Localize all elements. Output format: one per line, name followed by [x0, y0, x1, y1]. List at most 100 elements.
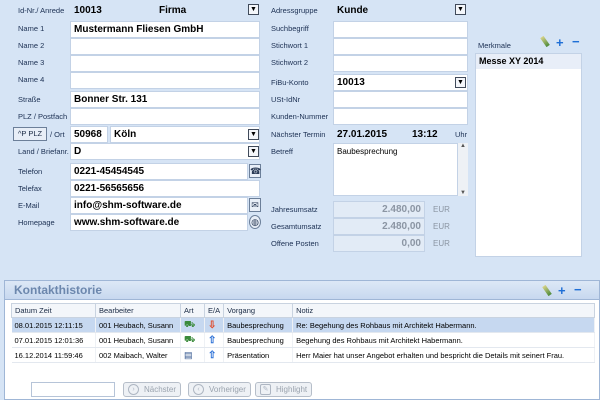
land-field[interactable]: D: [70, 143, 260, 160]
termin-date-field[interactable]: 27.01.2015: [333, 126, 408, 143]
chevron-down-icon[interactable]: ▼: [455, 77, 466, 88]
kontakthistorie-panel: Kontakthistorie + − Datum Zeit Bearbeite…: [4, 280, 600, 400]
notiz-cell: Re: Begehung des Rohbaus mit Architekt H…: [292, 317, 595, 333]
kundennummer-field[interactable]: [333, 108, 468, 125]
plz-lookup-button[interactable]: ^P PLZ: [13, 127, 47, 141]
land-label: Land / Briefanr.: [18, 147, 69, 156]
arrow-left-icon: ‹: [193, 384, 204, 395]
email-field[interactable]: info@shm-software.de: [70, 197, 248, 214]
chevron-down-icon[interactable]: ▼: [455, 4, 466, 15]
homepage-label: Homepage: [18, 218, 55, 227]
name3-field[interactable]: [70, 55, 260, 72]
merkmale-item[interactable]: Messe XY 2014: [476, 54, 581, 69]
column-header-bearbeiter[interactable]: Bearbeiter: [95, 303, 181, 318]
name4-label: Name 4: [18, 75, 45, 84]
notiz-cell: Begehung des Rohbaus mit Architekt Haber…: [292, 332, 595, 348]
ustid-field[interactable]: [333, 91, 468, 108]
name3-label: Name 3: [18, 58, 45, 67]
meeting-icon: ⛟: [180, 332, 205, 348]
offene-posten-currency: EUR: [433, 239, 450, 248]
kontakthistorie-table: Datum Zeit Bearbeiter Art E/A Vorgang No…: [11, 303, 595, 363]
edit-icon[interactable]: [542, 284, 552, 297]
adressgruppe-select[interactable]: Kunde: [333, 2, 468, 19]
strasse-label: Straße: [18, 95, 41, 104]
telefax-field[interactable]: 0221-56565656: [70, 180, 260, 197]
anrede-select[interactable]: Firma: [155, 2, 260, 19]
termin-time-field[interactable]: 13:12: [408, 126, 448, 143]
telefax-label: Telefax: [18, 184, 42, 193]
bearbeiter-cell: 002 Maibach, Walter: [95, 347, 181, 363]
name4-field[interactable]: [70, 72, 260, 89]
ustid-label: USt-IdNr: [271, 95, 301, 104]
suchbegriff-field[interactable]: [333, 21, 468, 38]
stichwort2-field[interactable]: [333, 55, 468, 72]
merkmale-list[interactable]: Messe XY 2014: [475, 53, 582, 257]
minus-icon[interactable]: −: [572, 35, 580, 48]
stichwort1-field[interactable]: [333, 38, 468, 55]
globe-icon[interactable]: ◍: [249, 215, 261, 229]
column-header-ea[interactable]: E/A: [203, 303, 225, 318]
fibu-label: FiBu-Konto: [271, 78, 309, 87]
termin-label: Nächster Termin: [271, 130, 326, 139]
vorgang-cell: Präsentation: [223, 347, 294, 363]
termin-unit: Uhr: [455, 130, 468, 139]
minus-icon[interactable]: −: [574, 283, 582, 296]
name1-field[interactable]: Mustermann Fliesen GmbH: [70, 21, 260, 38]
meeting-icon: ⛟: [180, 317, 205, 333]
adressgruppe-label: Adressgruppe: [271, 6, 318, 15]
telefon-label: Telefon: [18, 167, 43, 176]
bearbeiter-cell: 001 Heubach, Susann: [95, 332, 181, 348]
jahresumsatz-currency: EUR: [433, 205, 450, 214]
table-row[interactable]: 07.01.2015 12:01:36 001 Heubach, Susann …: [11, 332, 595, 348]
homepage-field[interactable]: www.shm-software.de: [70, 214, 248, 231]
previous-button[interactable]: ‹ Vorheriger: [188, 382, 251, 397]
plus-icon[interactable]: +: [556, 36, 564, 49]
gesamtumsatz-field: 2.480,00: [333, 218, 425, 235]
column-header-art[interactable]: Art: [180, 303, 205, 318]
betreff-field[interactable]: Baubesprechung: [333, 143, 468, 196]
presentation-icon: ▤: [180, 347, 205, 363]
notiz-cell: Herr Maier hat unser Angebot erhalten un…: [292, 347, 595, 363]
stichwort1-label: Stichwort 1: [271, 41, 309, 50]
ort-field[interactable]: Köln: [110, 126, 260, 143]
bearbeiter-cell: 001 Heubach, Susann: [95, 317, 181, 333]
offene-posten-field: 0,00: [333, 235, 425, 252]
arrow-down-icon: ⇩: [204, 317, 225, 333]
chevron-down-icon[interactable]: ▼: [248, 4, 259, 15]
datum-cell: 07.01.2015 12:01:36: [11, 332, 96, 348]
strasse-field[interactable]: Bonner Str. 131: [70, 91, 260, 108]
stichwort2-label: Stichwort 2: [271, 58, 309, 67]
betreff-scrollbar[interactable]: ▲ ▼: [457, 143, 468, 196]
next-button[interactable]: › Nächster: [123, 382, 182, 397]
id-field[interactable]: 10013: [70, 2, 150, 19]
email-label: E-Mail: [18, 201, 40, 210]
telefon-field[interactable]: 0221-45454545: [70, 163, 248, 180]
jahresumsatz-field: 2.480,00: [333, 201, 425, 218]
search-input[interactable]: [31, 382, 115, 397]
arrow-up-icon: ⇧: [204, 332, 225, 348]
column-header-notiz[interactable]: Notiz: [292, 303, 595, 318]
highlight-button[interactable]: ✎ Highlight: [255, 382, 313, 397]
fibu-field[interactable]: 10013: [333, 74, 468, 91]
chevron-down-icon[interactable]: ▼: [248, 146, 259, 157]
mail-icon[interactable]: ✉: [249, 198, 261, 212]
gesamtumsatz-currency: EUR: [433, 222, 450, 231]
edit-icon[interactable]: [540, 35, 550, 48]
table-row[interactable]: 16.12.2014 11:59:46 002 Maibach, Walter …: [11, 347, 595, 363]
plus-icon[interactable]: +: [558, 284, 566, 297]
name2-field[interactable]: [70, 38, 260, 55]
table-row[interactable]: 08.01.2015 12:11:15 001 Heubach, Susann …: [11, 317, 595, 333]
kundennummer-label: Kunden-Nummer: [271, 112, 329, 121]
datum-cell: 16.12.2014 11:59:46: [11, 347, 96, 363]
column-header-vorgang[interactable]: Vorgang: [223, 303, 294, 318]
phone-icon[interactable]: ☎: [249, 164, 261, 178]
datum-cell: 08.01.2015 12:11:15: [11, 317, 96, 333]
plz-field[interactable]: 50968: [70, 126, 108, 143]
betreff-label: Betreff: [271, 147, 293, 156]
id-anrede-label: Id-Nr./ Anrede: [18, 6, 65, 15]
ort-label: / Ort: [50, 130, 65, 139]
postfach-field[interactable]: [70, 108, 260, 125]
column-header-datum[interactable]: Datum Zeit: [11, 303, 96, 318]
chevron-down-icon[interactable]: ▼: [248, 129, 259, 140]
kontakthistorie-header: Kontakthistorie + −: [5, 281, 599, 300]
